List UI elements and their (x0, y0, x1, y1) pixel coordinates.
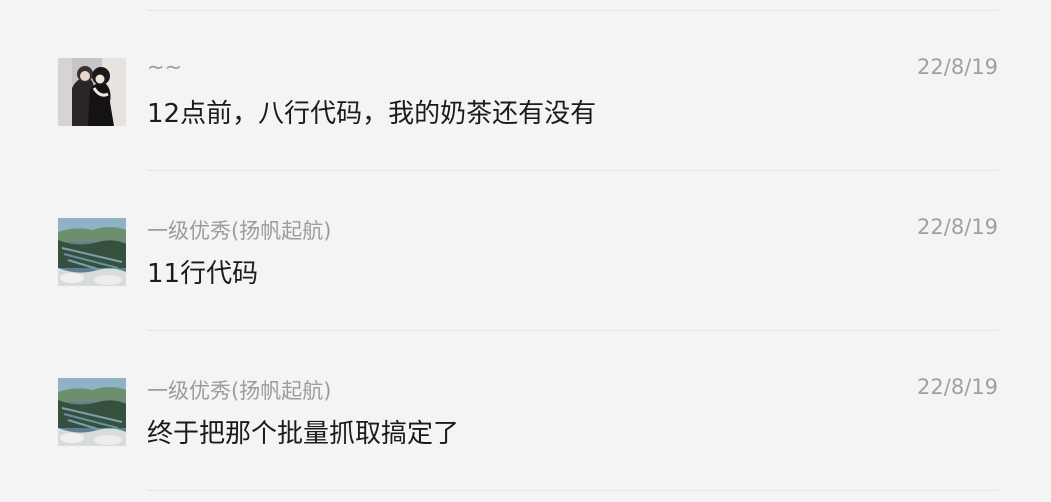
message-text: 12点前，八行代码，我的奶茶还有没有 (147, 99, 597, 129)
avatar[interactable] (58, 58, 126, 126)
avatar[interactable] (58, 378, 126, 446)
message-text: 终于把那个批量抓取搞定了 (147, 419, 460, 449)
avatar[interactable] (58, 218, 126, 286)
landscape-photo-icon (58, 218, 126, 286)
message-item[interactable]: 一级优秀(扬帆起航) 22/8/19 终于把那个批量抓取搞定了 (0, 331, 1051, 481)
message-item[interactable]: ~~ 22/8/19 12点前，八行代码，我的奶茶还有没有 (0, 11, 1051, 161)
sender-name: 一级优秀(扬帆起航) (147, 219, 332, 243)
message-item[interactable]: 一级优秀(扬帆起航) 22/8/19 11行代码 (0, 171, 1051, 321)
message-date: 22/8/19 (917, 55, 998, 79)
message-date: 22/8/19 (917, 215, 998, 239)
sender-name: 一级优秀(扬帆起航) (147, 379, 332, 403)
couple-photo-icon (58, 58, 126, 126)
sender-name: ~~ (147, 55, 183, 79)
divider (147, 490, 998, 491)
message-text: 11行代码 (147, 259, 259, 289)
landscape-photo-icon (58, 378, 126, 446)
message-date: 22/8/19 (917, 375, 998, 399)
